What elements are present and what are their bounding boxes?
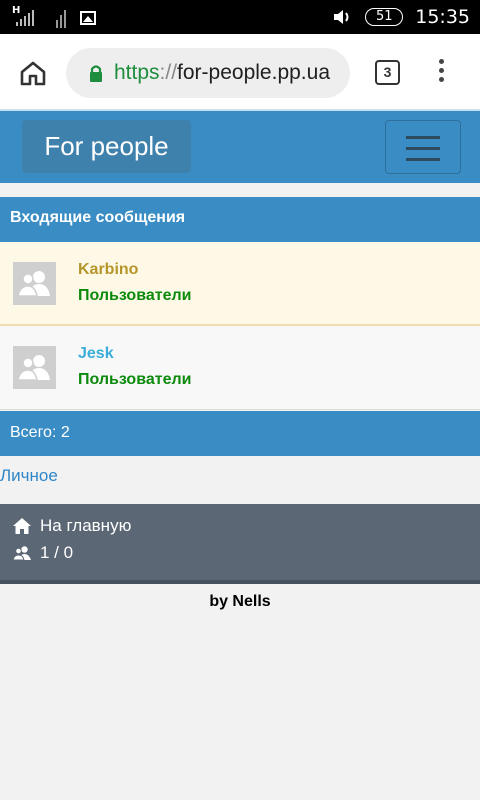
status-icons-right: 51 15:35: [331, 0, 470, 34]
online-users-count: 1 / 0: [40, 543, 74, 562]
mobile-signal-icon: H: [12, 5, 46, 28]
message-sender-group: Пользователи: [78, 371, 192, 388]
lock-icon: [90, 65, 102, 82]
user-avatar-icon: [13, 346, 56, 389]
message-sender-name[interactable]: Karbino: [78, 261, 138, 279]
users-icon: [12, 546, 31, 561]
personal-link[interactable]: Личное: [0, 466, 58, 486]
second-sim-signal-icon: [56, 6, 70, 28]
status-bar: H 51 15:35: [0, 0, 480, 34]
hamburger-menu-button[interactable]: [385, 120, 461, 174]
url-text: https://for-people.pp.ua: [114, 61, 330, 85]
message-row[interactable]: Karbino Пользователи: [0, 242, 480, 326]
url-host: for-people.pp.ua: [177, 61, 330, 84]
browser-toolbar: https://for-people.pp.ua 3: [0, 34, 480, 109]
messages-total: Всего: 2: [0, 411, 480, 456]
site-credit: by Nells: [209, 593, 271, 610]
status-icons-left: H: [12, 5, 96, 28]
house-icon: [13, 518, 31, 534]
message-sender-group: Пользователи: [78, 287, 192, 304]
tab-switcher-button[interactable]: 3: [375, 60, 400, 85]
more-options-icon[interactable]: [433, 56, 449, 90]
status-time: 15:35: [415, 6, 470, 28]
user-avatar-icon: [13, 262, 56, 305]
inbox-title: Входящие сообщения: [0, 197, 480, 242]
url-scheme: https: [114, 61, 160, 84]
site-brand-link[interactable]: For people: [22, 120, 191, 173]
footer-nav: На главную 1 / 0: [0, 504, 480, 584]
vibrate-icon: [334, 10, 349, 24]
battery-icon: 51: [365, 8, 404, 26]
message-row[interactable]: Jesk Пользователи: [0, 326, 480, 410]
address-bar[interactable]: https://for-people.pp.ua: [66, 48, 350, 98]
online-users-link[interactable]: 1 / 0: [12, 543, 73, 563]
url-separator: ://: [159, 61, 178, 84]
home-link[interactable]: На главную: [12, 516, 131, 536]
home-icon[interactable]: [19, 60, 47, 86]
gallery-notification-icon: [80, 11, 96, 25]
message-sender-name[interactable]: Jesk: [78, 345, 114, 363]
site-navbar: For people: [0, 109, 480, 183]
home-link-label: На главную: [40, 516, 132, 535]
